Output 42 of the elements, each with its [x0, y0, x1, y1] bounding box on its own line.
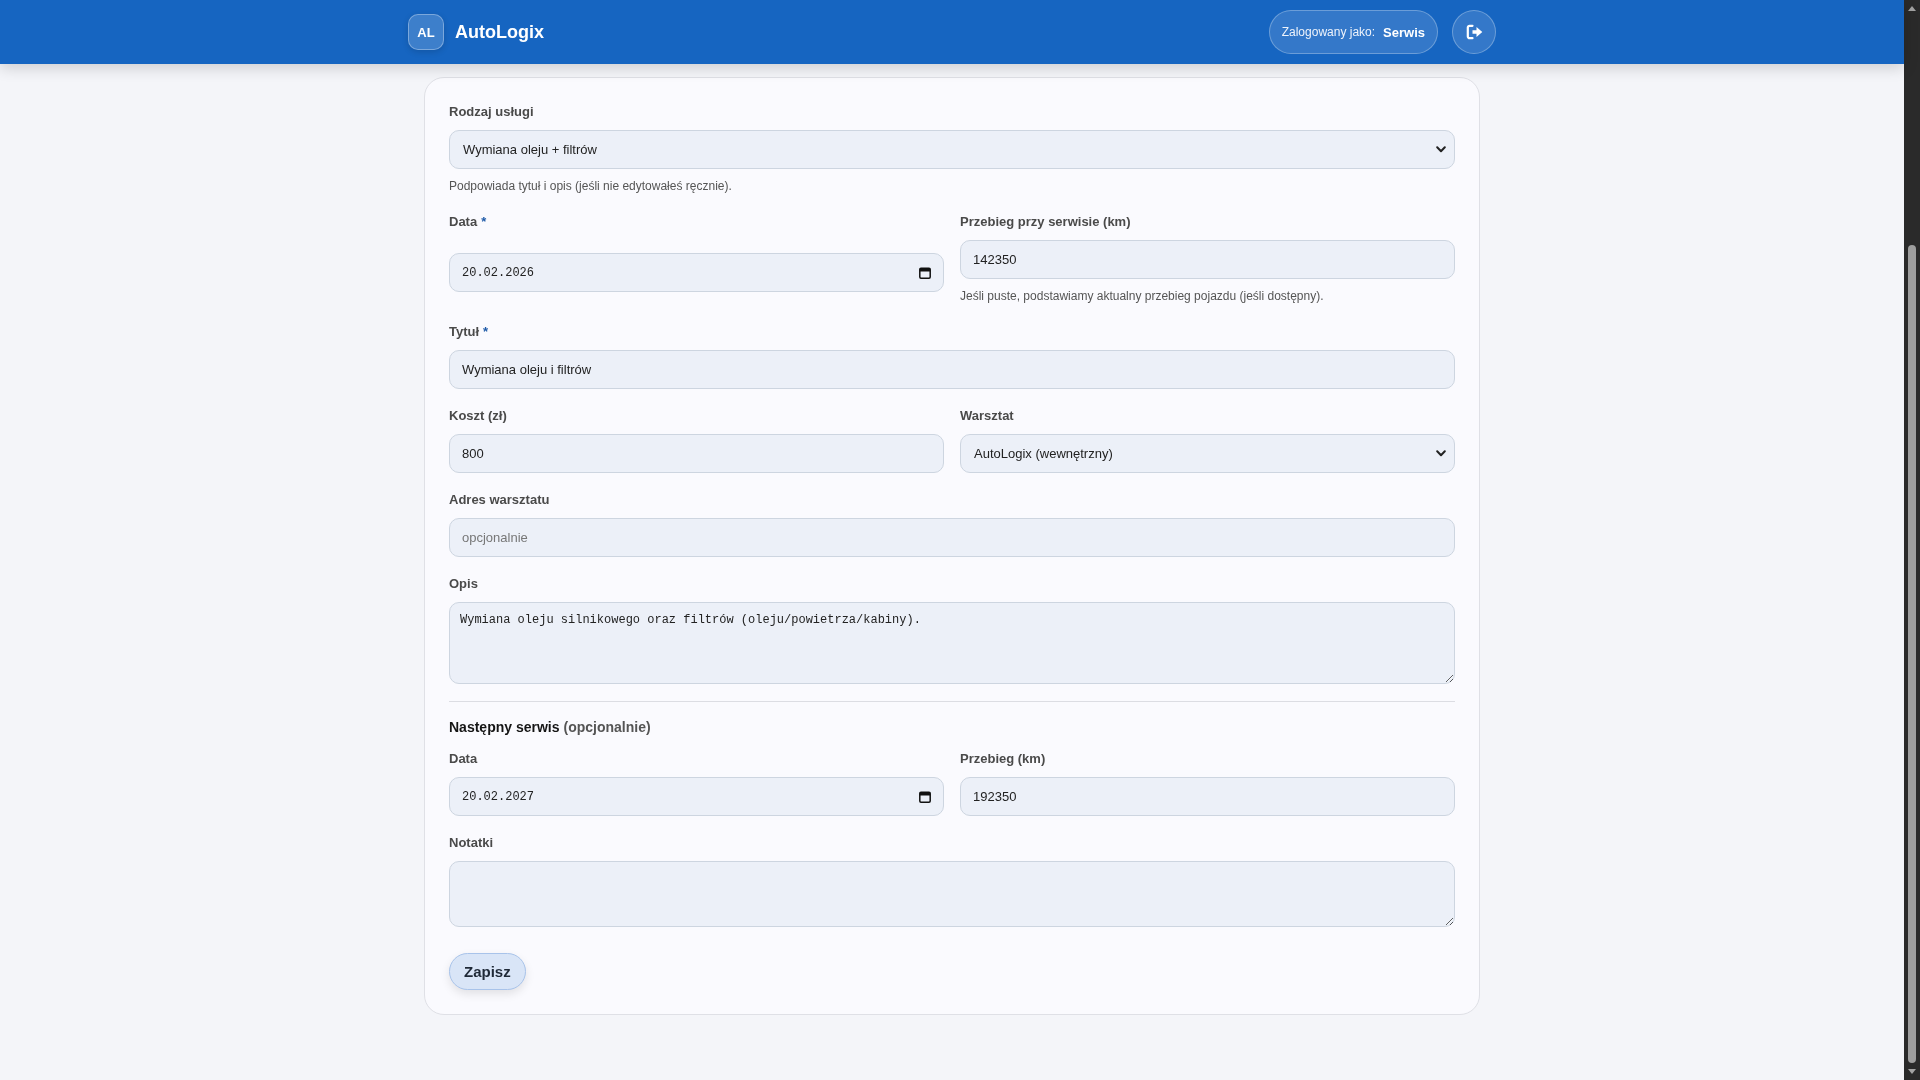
- calendar-icon[interactable]: [919, 266, 931, 279]
- field-label: Opis: [449, 576, 478, 591]
- field-label: Notatki: [449, 835, 494, 850]
- scroll-up-icon[interactable]: [1908, 6, 1916, 11]
- field-label: Data: [449, 214, 478, 229]
- save-button[interactable]: Zapisz: [449, 953, 526, 990]
- field-label: Rodzaj usługi: [449, 104, 534, 119]
- logout-button[interactable]: [1452, 10, 1496, 54]
- field-hint: Jeśli puste, podstawiamy aktualny przebieg pojazdu (jeśli dostępny).: [960, 288, 1325, 305]
- select-field[interactable]: Wymiana oleju + filtrów: [449, 130, 1455, 169]
- field-label: Przebieg przy serwisie (km): [960, 214, 1131, 229]
- scrollbar[interactable]: [1904, 0, 1920, 1080]
- date-field[interactable]: 20.02.2026: [449, 253, 944, 292]
- text-input[interactable]: 192350: [960, 777, 1455, 816]
- user-name: Serwis: [1383, 24, 1425, 40]
- section-heading: Następny serwis: [449, 719, 560, 735]
- user-label: Zalogowany jako:: [1281, 25, 1376, 39]
- date-field[interactable]: 20.02.2027: [449, 777, 944, 816]
- required-mark: *: [483, 324, 489, 339]
- field-label: Data: [449, 751, 478, 766]
- select-field[interactable]: AutoLogix (wewnętrzny): [960, 434, 1455, 473]
- field-label: Adres warsztatu: [449, 492, 550, 507]
- field-label: Warsztat: [960, 408, 1014, 423]
- text-input[interactable]: opcjonalnie: [449, 518, 1455, 557]
- field-label: Przebieg (km): [960, 751, 1046, 766]
- required-mark: *: [481, 214, 487, 229]
- text-area[interactable]: Wymiana oleju silnikowego oraz filtrów (oleju/powietrza/kabiny).: [449, 602, 1455, 684]
- scrollbar-thumb[interactable]: [1908, 245, 1916, 1063]
- chevron-down-icon: [1436, 450, 1446, 457]
- field-hint: Podpowiada tytuł i opis (jeśli nie edytowałeś ręcznie).: [449, 178, 733, 195]
- app-logo: AL: [408, 14, 444, 50]
- section-note: (opcjonalnie): [563, 719, 651, 735]
- field-label: Koszt (zł): [449, 408, 507, 423]
- logout-icon: [1465, 24, 1483, 40]
- field-label: Tytuł: [449, 324, 480, 339]
- text-input[interactable]: 800: [449, 434, 944, 473]
- chevron-down-icon: [1436, 146, 1446, 153]
- app-name: AutoLogix: [455, 21, 544, 43]
- text-input[interactable]: 142350: [960, 240, 1455, 279]
- calendar-icon[interactable]: [919, 790, 931, 803]
- scroll-down-icon[interactable]: [1908, 1069, 1916, 1074]
- text-input[interactable]: Wymiana oleju i filtrów: [449, 350, 1455, 389]
